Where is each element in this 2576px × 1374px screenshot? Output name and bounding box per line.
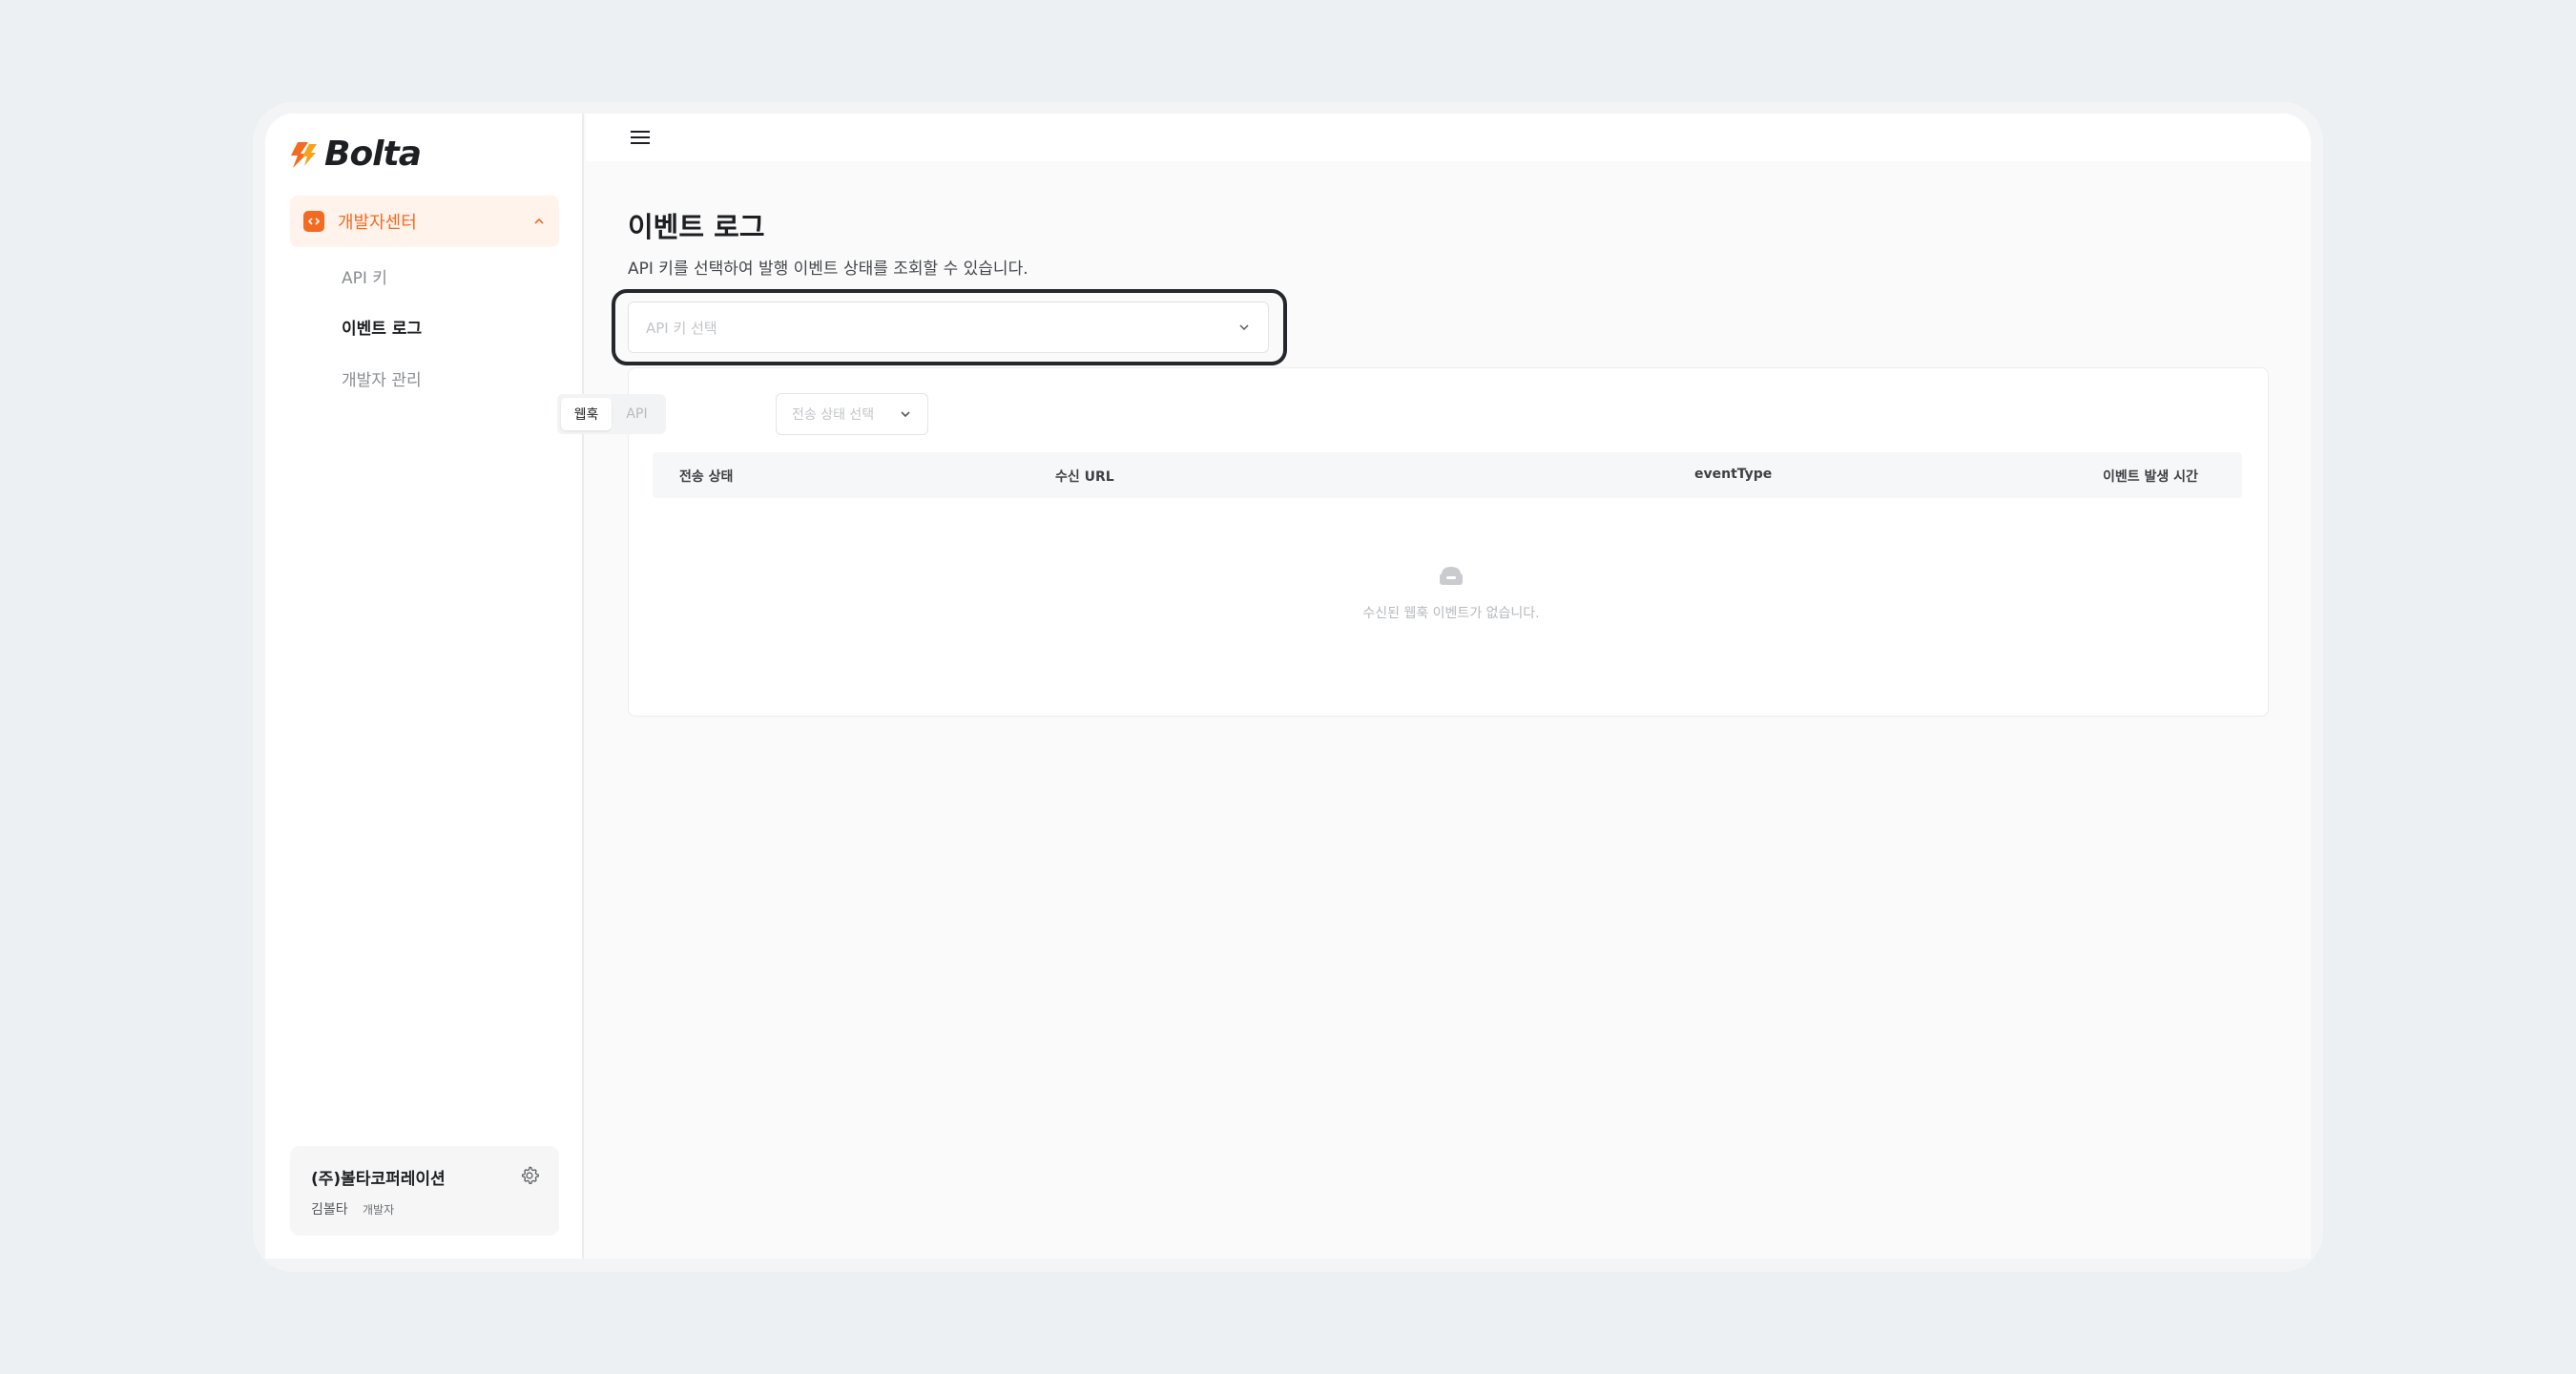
empty-state-text: 수신된 웹훅 이벤트가 없습니다. <box>1362 606 1540 621</box>
status-filter-select[interactable]: 전송 상태 선택 <box>776 393 928 435</box>
column-header-time: 이벤트 발생 시간 <box>2103 469 2198 485</box>
source-tab-group: 웹훅 API <box>557 394 666 434</box>
logo[interactable]: Bolta <box>290 135 422 174</box>
sidebar-item-event-log[interactable]: 이벤트 로그 <box>342 315 422 339</box>
bolta-logo-icon <box>291 141 317 168</box>
user-role: 개발자 <box>363 1203 395 1217</box>
user-name: 김볼타 <box>311 1202 348 1218</box>
chevron-down-icon <box>901 411 910 418</box>
sidebar: Bolta 개발자센터 API 키 이벤트 로그 개발자 관리 (주)볼타코퍼레… <box>265 114 584 1259</box>
chevron-up-icon <box>534 218 544 224</box>
page-description: API 키를 선택하여 발행 이벤트 상태를 조회할 수 있습니다. <box>628 260 1028 279</box>
column-header-status: 전송 상태 <box>679 469 734 485</box>
sidebar-item-developer-management[interactable]: 개발자 관리 <box>342 366 422 390</box>
table-header: 전송 상태 수신 URL eventType 이벤트 발생 시간 <box>653 452 2242 498</box>
logo-text: Bolta <box>324 135 422 174</box>
app-window: Bolta 개발자센터 API 키 이벤트 로그 개발자 관리 (주)볼타코퍼레… <box>265 114 2311 1259</box>
org-card[interactable]: (주)볼타코퍼레이션 김볼타 개발자 <box>290 1146 559 1236</box>
tab-webhook[interactable]: 웹훅 <box>561 398 612 430</box>
sidebar-group-developer-center[interactable]: 개발자센터 <box>290 196 559 247</box>
page-title: 이벤트 로그 <box>628 211 765 243</box>
gear-icon[interactable] <box>519 1165 540 1186</box>
status-filter-placeholder: 전송 상태 선택 <box>792 407 875 423</box>
empty-inbox-icon <box>1440 567 1463 585</box>
hamburger-icon[interactable] <box>630 129 651 146</box>
code-icon <box>303 211 324 232</box>
column-header-url: 수신 URL <box>1055 469 1114 485</box>
top-bar <box>586 114 2311 161</box>
tab-api[interactable]: API <box>612 398 662 430</box>
sidebar-item-api-key[interactable]: API 키 <box>342 264 387 288</box>
org-name: (주)볼타코퍼레이션 <box>311 1170 446 1189</box>
sidebar-group-label: 개발자센터 <box>338 213 417 233</box>
chevron-down-icon <box>1239 324 1249 331</box>
api-key-select[interactable]: API 키 선택 <box>628 302 1269 353</box>
api-key-select-placeholder: API 키 선택 <box>646 319 717 337</box>
column-header-event-type: eventType <box>1694 467 1773 482</box>
